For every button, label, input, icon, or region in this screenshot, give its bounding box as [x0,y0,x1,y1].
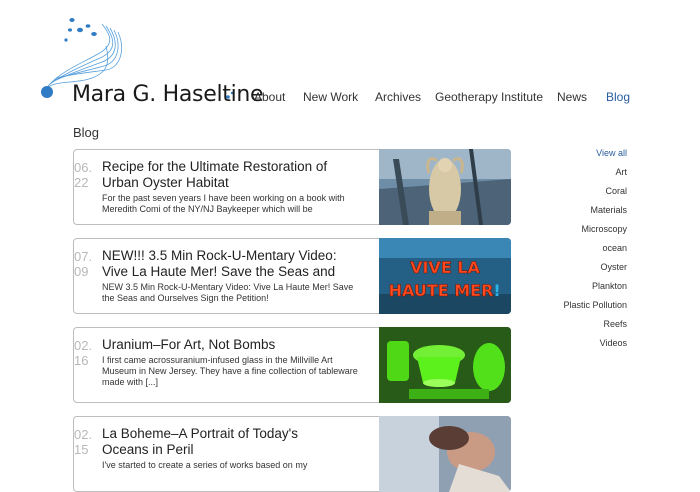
nav-blog[interactable]: Blog [606,90,630,104]
post-title[interactable]: La Boheme–A Portrait of Today's Oceans i… [102,426,348,458]
nav-news[interactable]: News [557,90,587,104]
nav-archives[interactable]: Archives [375,90,421,104]
nav-about[interactable]: About [254,90,285,104]
category-videos[interactable]: Videos [600,338,627,348]
nav-geotherapy-institute[interactable]: Geotherapy Institute [435,90,543,104]
category-microscopy[interactable]: Microscopy [581,224,627,234]
thumb-text-line1: VIVE LA [410,258,480,277]
la-boheme-image[interactable] [379,416,511,492]
category-plastic-pollution[interactable]: Plastic Pollution [563,300,627,310]
nav-new-work[interactable]: New Work [303,90,358,104]
post-title[interactable]: Uranium–For Art, Not Bombs [102,337,348,353]
sculpture-icon[interactable] [379,149,511,225]
category-materials[interactable]: Materials [590,205,627,215]
category-ocean[interactable]: ocean [602,243,627,253]
category-coral[interactable]: Coral [605,186,627,196]
thumb-text-line2: HAUTE MER [389,281,494,300]
post-excerpt: NEW 3.5 Min Rock-U-Mentary Video: Vive L… [102,282,354,303]
post-title[interactable]: NEW!!! 3.5 Min Rock-U-Mentary Video: Viv… [102,248,348,280]
category-reefs[interactable]: Reefs [603,319,627,329]
category-view-all[interactable]: View all [596,148,627,158]
site-title[interactable]: Mara G. Haseltine [72,82,264,107]
post-excerpt: For the past seven years I have been wor… [102,193,345,214]
post-date: 06. 22 [74,160,93,190]
post-title[interactable]: Recipe for the Ultimate Restoration of U… [102,159,348,191]
post-date: 02. 15 [74,427,93,457]
post-date: 02. 16 [74,338,93,368]
category-oyster[interactable]: Oyster [600,262,627,272]
blog-post[interactable]: 07. 09 NEW!!! 3.5 Min Rock-U-Mentary Vide… [73,238,511,314]
post-date: 07. 09 [74,249,93,279]
category-plankton[interactable]: Plankton [592,281,627,291]
thumb-text-exclaim: ! [493,281,500,300]
vive-la-haute-mer-image[interactable]: VIVE LA HAUTE MER ! [379,238,511,314]
blog-post[interactable]: 02. 16 Uranium–For Art, Not Bombs I first… [73,327,511,403]
page-title: Blog [73,125,100,140]
blog-post[interactable]: 02. 15 La Boheme–A Portrait of Today's Oc… [73,416,511,492]
uranium-glass-image[interactable] [379,327,511,403]
blog-post[interactable]: 06. 22 Recipe for the Ultimate Restoratio… [73,149,511,225]
category-art[interactable]: Art [615,167,627,177]
post-excerpt: I first came acrossuranium-infused glass… [102,355,358,387]
